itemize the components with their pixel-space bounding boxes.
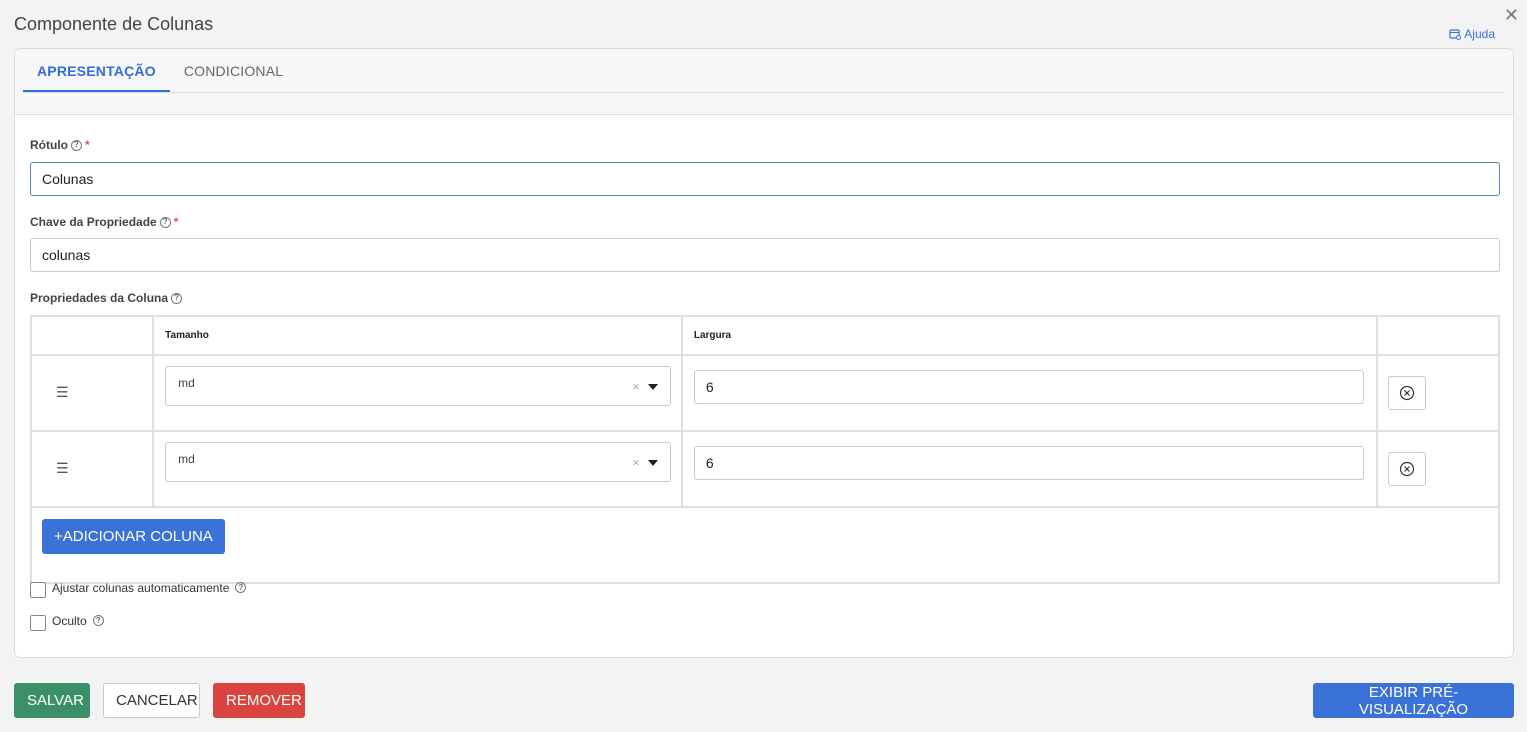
question-circle-icon[interactable]: ? [159,216,171,228]
x-circle-icon [1399,461,1414,477]
caret-down-icon[interactable] [647,384,658,390]
question-circle-icon[interactable]: ? [71,139,82,151]
add-column-button[interactable]: +ADICIONAR COLUNA [42,519,225,554]
header-drag [29,315,155,356]
property-key-input[interactable] [30,238,1500,272]
help-label: Ajuda [1464,27,1495,41]
header-tamanho: Tamanho [152,315,683,356]
table-row: ☰ md × [29,430,1501,508]
column-properties-label: Propriedades da Coluna ? [30,291,183,305]
label-field-label: Rótulo ? * [30,138,90,152]
tab-apresentacao[interactable]: APRESENTAÇÃO [23,49,170,92]
help-book-icon [1449,29,1462,40]
tab-bar: APRESENTAÇÃO CONDICIONAL [15,49,1513,115]
label-input[interactable] [30,162,1500,196]
caret-down-icon[interactable] [647,460,658,466]
column-properties-text: Propriedades da Coluna [30,291,169,305]
size-select-value: md [178,376,195,390]
auto-adjust-checkbox[interactable] [30,582,46,598]
size-select[interactable]: md × [165,442,671,482]
property-key-text: Chave da Propriedade [30,215,157,229]
width-input[interactable] [693,446,1364,480]
columns-table: Tamanho Largura ☰ md × 6 ☰ md × 6 +ADICI… [29,315,1501,584]
hidden-row: Oculto ? [30,610,104,631]
add-row: +ADICIONAR COLUNA [30,506,1500,584]
remove-column-button[interactable] [1387,452,1426,486]
table-row: ☰ md × [29,354,1501,432]
add-column-label: ADICIONAR COLUNA [62,528,213,545]
hidden-label[interactable]: Oculto [52,614,87,628]
question-circle-icon[interactable]: ? [171,292,183,304]
close-icon[interactable]: ✕ [1504,5,1519,25]
auto-adjust-label[interactable]: Ajustar colunas automaticamente [52,581,229,595]
preview-button[interactable]: EXIBIR PRÉ-VISUALIZAÇÃO [1313,683,1514,718]
drag-handle-icon[interactable]: ☰ [32,384,69,400]
help-link[interactable]: Ajuda [1449,27,1495,41]
x-circle-icon [1399,385,1414,401]
size-select-value: md [178,452,195,466]
tab-condicional[interactable]: CONDICIONAL [170,49,297,92]
property-key-label: Chave da Propriedade ? * [30,215,178,229]
header-largura: Largura [680,315,1378,356]
auto-adjust-row: Ajustar colunas automaticamente ? [30,577,247,598]
table-header-row: Tamanho Largura [29,315,1501,356]
question-circle-icon[interactable]: ? [92,615,104,626]
question-circle-icon[interactable]: ? [235,582,247,593]
drag-handle-icon[interactable]: ☰ [32,460,69,476]
clear-icon[interactable]: × [632,455,640,470]
cancel-button[interactable]: CANCELAR [103,683,200,718]
required-mark: * [173,215,179,229]
width-input[interactable] [693,370,1364,404]
remove-button[interactable]: REMOVER [213,683,305,718]
required-mark: * [85,138,90,152]
size-select[interactable]: md × [165,366,671,406]
header-actions [1375,315,1501,356]
label-field-text: Rótulo [30,138,68,152]
clear-icon[interactable]: × [632,379,640,394]
dialog-title: Componente de Colunas [14,14,214,34]
save-button[interactable]: SALVAR [14,683,90,718]
component-card: APRESENTAÇÃO CONDICIONAL Rótulo ? * Chav… [14,48,1514,658]
hidden-checkbox[interactable] [30,615,46,631]
remove-column-button[interactable] [1387,376,1426,410]
plus-icon: + [54,528,63,545]
